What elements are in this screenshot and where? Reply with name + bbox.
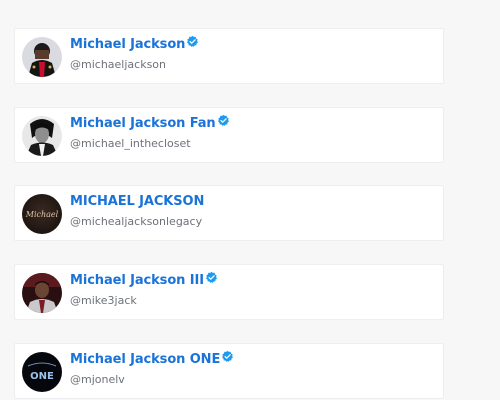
account-handle: @michealjacksonlegacy <box>70 215 203 228</box>
avatar: ONE <box>22 352 62 392</box>
account-name: Michael Jackson Fan <box>70 116 216 131</box>
verified-badge-icon <box>221 350 234 363</box>
account-handle: @michael_inthecloset <box>70 137 191 150</box>
account-name: Michael Jackson ONE <box>70 352 221 367</box>
account-name: Michael Jackson <box>70 37 186 52</box>
avatar-photo-icon <box>22 273 62 313</box>
account-handle: @mike3jack <box>70 294 137 307</box>
account-handle: @mjonelv <box>70 373 125 386</box>
account-results-list: Michael Jackson @michaeljackson Michael … <box>0 0 500 400</box>
avatar <box>22 37 62 77</box>
avatar <box>22 116 62 156</box>
avatar-signature-text: Michael <box>25 210 59 219</box>
avatar-signature-logo-icon: Michael <box>22 194 62 234</box>
avatar: Michael <box>22 194 62 234</box>
account-card[interactable]: ONE Michael Jackson ONE @mjonelv <box>14 343 444 399</box>
verified-badge-icon <box>217 114 230 127</box>
account-card[interactable]: Michael Jackson @michaeljackson <box>14 28 444 84</box>
avatar-one-logo-icon: ONE <box>22 352 62 392</box>
avatar-photo-icon <box>22 116 62 156</box>
avatar <box>22 273 62 313</box>
account-card[interactable]: Michael Jackson III @mike3jack <box>14 264 444 320</box>
avatar-logo-text: ONE <box>30 371 54 382</box>
account-name: MICHAEL JACKSON <box>70 194 205 209</box>
account-card[interactable]: Michael Jackson Fan @michael_inthecloset <box>14 107 444 163</box>
verified-badge-icon <box>205 271 218 284</box>
verified-badge-icon <box>186 35 199 48</box>
account-name: Michael Jackson III <box>70 273 204 288</box>
account-card[interactable]: Michael MICHAEL JACKSON @michealjacksonl… <box>14 185 444 241</box>
avatar-photo-icon <box>22 37 62 77</box>
account-handle: @michaeljackson <box>70 58 167 71</box>
